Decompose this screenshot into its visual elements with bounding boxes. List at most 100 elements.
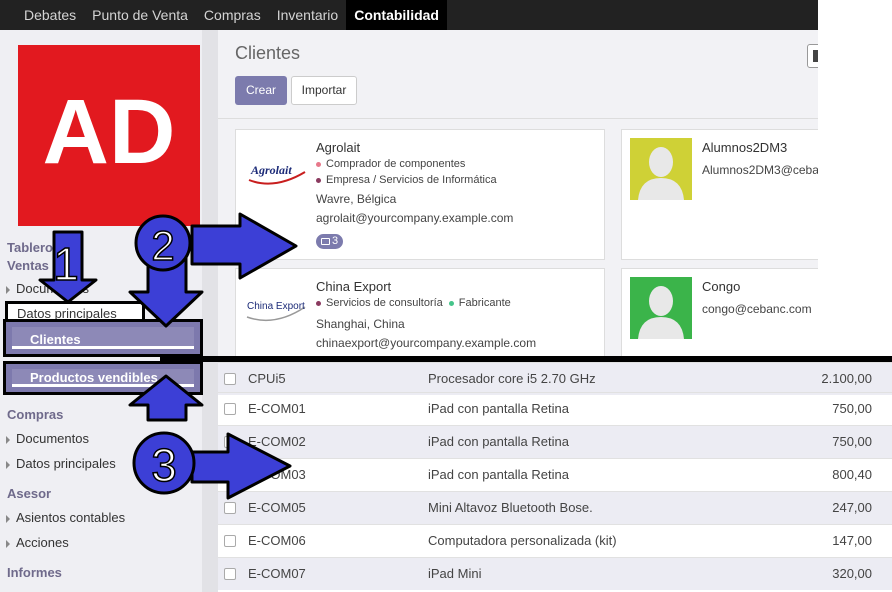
page-title: Clientes [235,43,301,63]
user-silhouette-icon [638,286,684,339]
product-description: Procesador core i5 2.70 GHz [428,371,596,386]
product-description: iPad Mini [428,566,482,581]
sidebar: AD Tablero Ventas Documentos Datos princ… [0,30,218,592]
logo-text: AD [43,81,176,183]
caret-right-icon [6,435,10,444]
tag-dot-icon [316,300,321,306]
row-checkbox[interactable] [224,373,236,385]
tag-label: Empresa / Servicios de Informática [326,174,497,186]
screen: Debates Punto de Venta Compras Inventari… [0,0,892,592]
main-content: Clientes Crear Importar Agrolait Agrolai… [218,30,818,360]
product-price: 247,00 [832,500,872,515]
card-name: Agrolait [316,140,361,155]
section-asesor[interactable]: Asesor [7,486,51,501]
header-divider [218,118,818,119]
sidebar-item-label: Datos principales [16,456,116,471]
badge-count: 3 [332,235,339,247]
sidebar-item-label: Asientos contables [16,510,126,525]
sidebar-item-label: Productos vendibles [30,370,158,385]
user-silhouette-icon [638,147,684,200]
customer-card-china-export[interactable]: China Export China Export Servicios de c… [235,268,605,360]
tag-label: Servicios de consultoría [326,297,443,309]
caret-right-icon [6,460,10,469]
table-row[interactable]: CPUi5 Procesador core i5 2.70 GHz 2.100,… [218,362,892,395]
table-row[interactable]: E-COM02 iPad con pantalla Retina 750,00 [218,425,892,458]
menu-punto-de-venta[interactable]: Punto de Venta [84,0,196,30]
card-email: congo@cebanc.com [702,302,812,316]
product-code: E-COM03 [248,467,306,482]
row-checkbox[interactable] [224,436,236,448]
tag-empresa: Empresa / Servicios de Informática [316,174,497,186]
ad-logo-graphic: AD [18,45,200,226]
sidebar-scrollbar[interactable] [202,30,218,592]
product-price: 750,00 [832,401,872,416]
product-price: 750,00 [832,434,872,449]
product-price: 320,00 [832,566,872,581]
caret-right-icon [6,514,10,523]
section-informes[interactable]: Informes [7,565,62,580]
card-location: Wavre, Bélgica [316,192,397,206]
card-location: Shanghai, China [316,317,405,331]
sidebar-item-label: Documentos [16,431,89,446]
sidebar-item-productos-vendibles[interactable]: Productos vendibles [3,361,203,395]
sidebar-item-label: Clientes [30,332,81,347]
sidebar-item-datos-principales-compras[interactable]: Datos principales [6,456,116,471]
product-description: iPad con pantalla Retina [428,401,569,416]
menu-contabilidad[interactable]: Contabilidad [346,0,447,30]
product-description: Mini Altavoz Bluetooth Bose. [428,500,593,515]
product-price: 147,00 [832,533,872,548]
tag-label: Comprador de componentes [326,158,466,170]
menu-inventario[interactable]: Inventario [269,0,346,30]
product-description: Computadora personalizada (kit) [428,533,617,548]
crear-button[interactable]: Crear [235,76,287,105]
sidebar-item-documentos-ventas[interactable]: Documentos [6,281,89,296]
view-switch-icon[interactable] [807,44,818,68]
section-compras[interactable]: Compras [7,407,63,422]
right-blank-area [818,0,892,356]
table-row[interactable]: E-COM05 Mini Altavoz Bluetooth Bose. 247… [218,491,892,524]
svg-text:China Export: China Export [247,301,305,312]
customer-card-agrolait[interactable]: Agrolait Agrolait Comprador de component… [235,129,605,260]
screenshot-divider [160,356,892,362]
product-code: E-COM06 [248,533,306,548]
customer-card-alumnos2dm3[interactable]: Alumnos2DM3 Alumnos2DM3@ceba [621,129,818,260]
row-checkbox[interactable] [224,502,236,514]
table-row[interactable]: E-COM03 iPad con pantalla Retina 800,40 [218,458,892,491]
table-row[interactable]: E-COM07 iPad Mini 320,00 [218,557,892,590]
table-row[interactable]: E-COM01 iPad con pantalla Retina 750,00 [218,392,892,425]
card-email: agrolait@yourcompany.example.com [316,211,514,225]
card-name: China Export [316,279,392,294]
section-ventas[interactable]: Ventas [7,258,49,273]
sidebar-item-acciones[interactable]: Acciones [6,535,69,550]
row-checkbox[interactable] [224,535,236,547]
menu-compras[interactable]: Compras [196,0,269,30]
customer-card-congo[interactable]: Congo congo@cebanc.com [621,268,818,360]
row-checkbox[interactable] [224,469,236,481]
top-menu-bar: Debates Punto de Venta Compras Inventari… [0,0,818,30]
agrolait-logo: Agrolait [245,150,309,190]
card-email: Alumnos2DM3@ceba [702,163,818,177]
tag-dot-icon [316,161,321,167]
china-export-logo: China Export [245,293,309,327]
row-checkbox[interactable] [224,568,236,580]
product-description: iPad con pantalla Retina [428,434,569,449]
section-tablero[interactable]: Tablero [7,240,53,255]
sidebar-item-label: Documentos [16,281,89,296]
product-price: 800,40 [832,467,872,482]
agrolait-logo-graphic: Agrolait [248,163,306,185]
row-checkbox[interactable] [224,403,236,415]
importar-button[interactable]: Importar [291,76,357,105]
caret-right-icon [6,285,10,294]
card-name: Congo [702,279,741,294]
briefcase-icon [321,238,330,245]
tag-dot-icon [316,177,321,183]
company-logo: AD [18,45,200,226]
sidebar-item-asientos-contables[interactable]: Asientos contables [6,510,125,525]
sidebar-item-clientes[interactable]: Clientes [3,319,203,357]
sidebar-item-documentos-compras[interactable]: Documentos [6,431,89,446]
product-price: 2.100,00 [821,371,872,386]
menu-debates[interactable]: Debates [16,0,84,30]
opportunities-badge[interactable]: 3 [316,234,344,249]
table-row[interactable]: E-COM06 Computadora personalizada (kit) … [218,524,892,557]
tag-label: Fabricante [458,297,511,309]
